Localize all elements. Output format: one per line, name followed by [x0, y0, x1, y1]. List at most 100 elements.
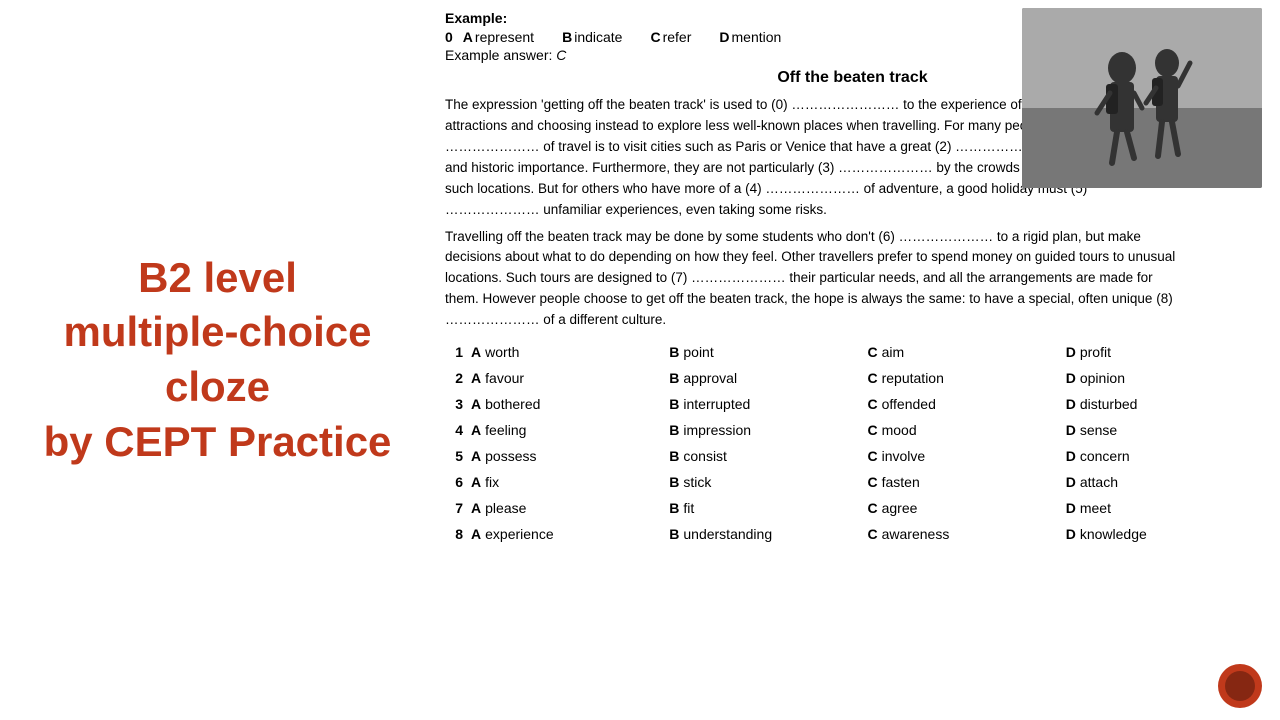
example-opt-c-text: refer — [663, 29, 692, 45]
article-image — [1022, 8, 1262, 188]
opt-b-letter: B — [669, 526, 679, 542]
opt-d-text: meet — [1080, 500, 1111, 516]
answer-num: 3 — [445, 391, 467, 417]
opt-c-letter: C — [867, 474, 877, 490]
opt-a: Afix — [467, 469, 665, 495]
opt-a-letter: A — [471, 500, 481, 516]
table-row: 8 Aexperience Bunderstanding Cawareness … — [445, 521, 1260, 547]
opt-a-text: possess — [485, 448, 536, 464]
opt-c-text: mood — [882, 422, 917, 438]
opt-c: Caim — [863, 339, 1061, 365]
example-opt-d-text: mention — [732, 29, 782, 45]
opt-b: Bimpression — [665, 417, 863, 443]
opt-a-letter: A — [471, 474, 481, 490]
opt-a-text: please — [485, 500, 526, 516]
table-row: 6 Afix Bstick Cfasten Dattach — [445, 469, 1260, 495]
example-opt-c: C refer — [650, 29, 691, 45]
opt-d-text: knowledge — [1080, 526, 1147, 542]
example-answer-value: C — [556, 47, 566, 63]
opt-c: Cmood — [863, 417, 1061, 443]
example-opt-b-text: indicate — [574, 29, 622, 45]
opt-a-text: feeling — [485, 422, 526, 438]
opt-b-letter: B — [669, 396, 679, 412]
example-opt-a: A represent — [463, 29, 534, 45]
opt-c: Cagree — [863, 495, 1061, 521]
opt-b-letter: B — [669, 500, 679, 516]
opt-d-text: attach — [1080, 474, 1118, 490]
opt-a-letter: A — [471, 526, 481, 542]
example-opt-a-letter: A — [463, 29, 473, 45]
opt-d-letter: D — [1066, 526, 1076, 542]
opt-a: Aexperience — [467, 521, 665, 547]
opt-b: Bapproval — [665, 365, 863, 391]
opt-c-letter: C — [867, 344, 877, 360]
opt-c-text: involve — [882, 448, 926, 464]
opt-c: Cinvolve — [863, 443, 1061, 469]
opt-a-letter: A — [471, 448, 481, 464]
opt-c-letter: C — [867, 448, 877, 464]
opt-a-text: worth — [485, 344, 519, 360]
opt-b-letter: B — [669, 370, 679, 386]
title-line-3: cloze — [44, 360, 392, 415]
opt-d-text: sense — [1080, 422, 1117, 438]
opt-b-text: interrupted — [683, 396, 750, 412]
opt-b-letter: B — [669, 448, 679, 464]
answer-num: 8 — [445, 521, 467, 547]
example-opt-b: B indicate — [562, 29, 622, 45]
opt-d: Ddisturbed — [1062, 391, 1260, 417]
opt-a-letter: A — [471, 344, 481, 360]
answers-table: 1 Aworth Bpoint Caim Dprofit 2 Afavour B… — [445, 339, 1260, 547]
example-opt-d: D mention — [719, 29, 781, 45]
opt-a-letter: A — [471, 422, 481, 438]
opt-b: Bunderstanding — [665, 521, 863, 547]
opt-c-letter: C — [867, 396, 877, 412]
opt-d-text: opinion — [1080, 370, 1125, 386]
opt-b-text: approval — [683, 370, 737, 386]
example-opt-d-letter: D — [719, 29, 729, 45]
opt-d-text: concern — [1080, 448, 1130, 464]
answer-num: 2 — [445, 365, 467, 391]
opt-b: Binterrupted — [665, 391, 863, 417]
opt-b-letter: B — [669, 344, 679, 360]
passage-para2: Travelling off the beaten track may be d… — [445, 227, 1185, 332]
table-row: 2 Afavour Bapproval Creputation Dopinion — [445, 365, 1260, 391]
opt-b-text: impression — [683, 422, 751, 438]
opt-d-letter: D — [1066, 422, 1076, 438]
opt-c-letter: C — [867, 422, 877, 438]
opt-d-text: profit — [1080, 344, 1111, 360]
right-panel: Example: 0 A represent B indicate C refe… — [435, 0, 1280, 720]
opt-b-text: consist — [683, 448, 727, 464]
opt-a: Afeeling — [467, 417, 665, 443]
opt-a: Aworth — [467, 339, 665, 365]
opt-d: Dknowledge — [1062, 521, 1260, 547]
opt-c: Coffended — [863, 391, 1061, 417]
opt-b: Bconsist — [665, 443, 863, 469]
opt-a-text: favour — [485, 370, 524, 386]
opt-a-text: bothered — [485, 396, 540, 412]
opt-c-letter: C — [867, 370, 877, 386]
opt-d: Dmeet — [1062, 495, 1260, 521]
opt-d-letter: D — [1066, 396, 1076, 412]
watermark — [1218, 664, 1262, 708]
opt-d-text: disturbed — [1080, 396, 1138, 412]
opt-a: Aplease — [467, 495, 665, 521]
opt-b: Bpoint — [665, 339, 863, 365]
opt-d-letter: D — [1066, 370, 1076, 386]
opt-c-letter: C — [867, 500, 877, 516]
answer-num: 1 — [445, 339, 467, 365]
opt-c-text: agree — [882, 500, 918, 516]
opt-d-letter: D — [1066, 448, 1076, 464]
opt-b: Bfit — [665, 495, 863, 521]
opt-d: Dopinion — [1062, 365, 1260, 391]
left-panel: B2 level multiple-choice cloze by CEPT P… — [0, 0, 435, 720]
opt-b-text: understanding — [683, 526, 772, 542]
answer-num: 6 — [445, 469, 467, 495]
opt-d: Dsense — [1062, 417, 1260, 443]
opt-c-text: aim — [882, 344, 905, 360]
opt-b-text: fit — [683, 500, 694, 516]
opt-c-text: offended — [882, 396, 936, 412]
opt-a: Afavour — [467, 365, 665, 391]
table-row: 3 Abothered Binterrupted Coffended Ddist… — [445, 391, 1260, 417]
title-line-1: B2 level — [44, 251, 392, 306]
table-row: 5 Apossess Bconsist Cinvolve Dconcern — [445, 443, 1260, 469]
